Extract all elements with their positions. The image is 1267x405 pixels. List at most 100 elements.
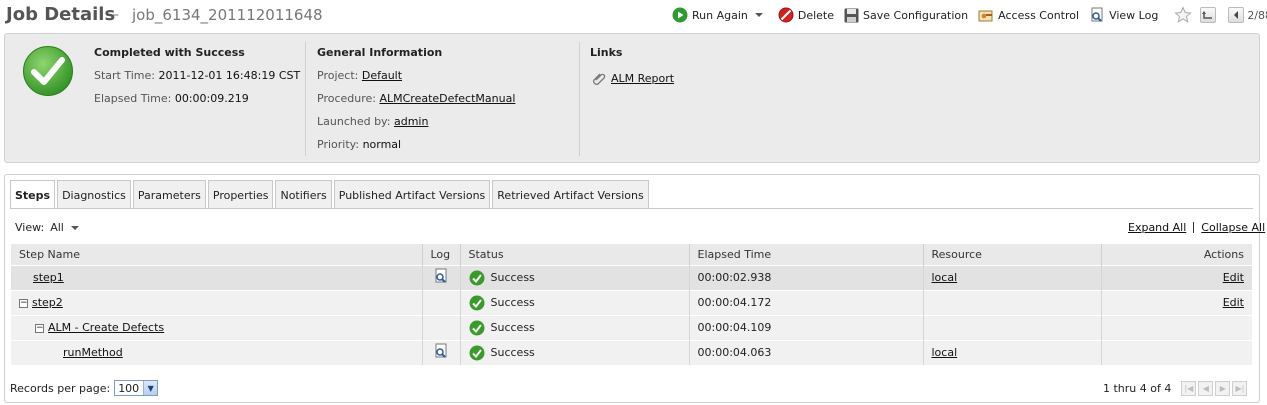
- status-text: Success: [490, 296, 535, 309]
- resource-cell: [923, 289, 1102, 315]
- project-link[interactable]: Default: [362, 69, 402, 82]
- records-per-page-select[interactable]: 100 ▼: [114, 380, 159, 396]
- procedure-link[interactable]: ALMCreateDefectManual: [379, 92, 515, 105]
- tab-published-artifact-versions[interactable]: Published Artifact Versions: [333, 180, 491, 209]
- collapse-toggle-icon[interactable]: −: [35, 323, 44, 333]
- column-header-step-name[interactable]: Step Name: [11, 244, 423, 265]
- job-status-heading: Completed with Success: [94, 46, 245, 59]
- procedure-label: Procedure:: [317, 92, 376, 105]
- favorite-star-icon[interactable]: [1174, 6, 1193, 24]
- elapsed-time-cell: 00:00:04.109: [689, 314, 924, 340]
- delete-button[interactable]: Delete: [778, 7, 834, 23]
- undo-arrow-icon: [1202, 11, 1213, 19]
- tab-bar: Steps Diagnostics Parameters Properties …: [10, 180, 651, 209]
- tab-steps[interactable]: Steps: [10, 180, 56, 209]
- pagination-range: 1 thru 4 of 4: [1103, 382, 1172, 395]
- collapse-toggle-icon[interactable]: −: [19, 298, 28, 308]
- job-position: 2/88: [1247, 8, 1267, 22]
- resource-link[interactable]: local: [932, 271, 958, 284]
- steps-table: Step Name Log Status Elapsed Time Resour…: [11, 244, 1252, 365]
- chevron-down-icon: ▼: [143, 381, 158, 395]
- view-log-icon[interactable]: [433, 268, 449, 284]
- column-header-log[interactable]: Log: [422, 244, 461, 265]
- next-page-icon[interactable]: ▶: [1215, 381, 1231, 396]
- first-page-icon[interactable]: |◀: [1181, 381, 1197, 396]
- elapsed-time-label: Elapsed Time:: [94, 92, 172, 105]
- resource-link[interactable]: local: [932, 346, 958, 359]
- job-name: job_6134_201112011648: [132, 6, 323, 24]
- status-text: Success: [490, 346, 535, 360]
- status-text: Success: [490, 321, 535, 334]
- step-name-link[interactable]: step1: [33, 271, 64, 284]
- project-label: Project:: [317, 69, 359, 82]
- elapsed-time-cell: 00:00:04.172: [689, 289, 924, 315]
- table-row[interactable]: step1 Success 00:00:02.938 local Edit: [11, 264, 1252, 290]
- edit-step-link[interactable]: Edit: [1223, 296, 1244, 309]
- launched-by-label: Launched by:: [317, 115, 391, 128]
- alm-report-link-item[interactable]: ALM Report: [592, 71, 674, 85]
- success-check-icon: [469, 345, 484, 361]
- save-configuration-label: Save Configuration: [863, 8, 969, 22]
- priority-label: Priority:: [317, 138, 360, 151]
- chevron-down-icon[interactable]: [754, 11, 764, 19]
- view-log-icon: [1091, 7, 1103, 22]
- expand-all-link[interactable]: Expand All: [1128, 221, 1186, 234]
- tab-properties[interactable]: Properties: [207, 180, 274, 209]
- last-page-icon[interactable]: ▶|: [1232, 381, 1248, 396]
- status-text: Success: [490, 271, 535, 284]
- tab-retrieved-artifact-versions[interactable]: Retrieved Artifact Versions: [492, 180, 649, 209]
- chevron-left-icon: [1234, 11, 1239, 19]
- save-configuration-button[interactable]: Save Configuration: [844, 8, 968, 23]
- toolbar: Run Again Delete Save Configuration Acce…: [672, 4, 1267, 26]
- view-log-button[interactable]: View Log: [1089, 7, 1158, 23]
- access-control-icon: [978, 10, 993, 22]
- collapse-all-link[interactable]: Collapse All: [1201, 221, 1265, 234]
- table-header-row: Step Name Log Status Elapsed Time Resour…: [11, 244, 1252, 265]
- view-log-icon[interactable]: [433, 343, 449, 359]
- previous-page-icon[interactable]: ◀: [1198, 381, 1214, 396]
- access-control-label: Access Control: [998, 8, 1080, 22]
- success-check-icon: [469, 295, 484, 310]
- access-control-button[interactable]: Access Control: [978, 7, 1079, 23]
- start-time-label: Start Time:: [94, 69, 155, 82]
- alm-report-link[interactable]: ALM Report: [611, 72, 674, 85]
- view-value: All: [50, 221, 64, 234]
- elapsed-time-cell: 00:00:04.063: [689, 339, 924, 365]
- resource-cell: [923, 314, 1102, 340]
- tab-parameters[interactable]: Parameters: [132, 180, 206, 209]
- view-filter[interactable]: View: All: [15, 221, 80, 234]
- records-per-page-value: 100: [118, 381, 140, 395]
- floppy-disk-icon: [844, 8, 859, 22]
- elapsed-time-cell: 00:00:02.938: [689, 264, 924, 290]
- delete-label: Delete: [797, 8, 835, 22]
- play-icon: [672, 7, 688, 23]
- view-log-label: View Log: [1109, 8, 1159, 22]
- paperclip-icon: [593, 73, 606, 85]
- step-name-link[interactable]: ALM - Create Defects: [48, 321, 164, 334]
- table-row[interactable]: − step2 Success 00:00:04.172 Edit: [11, 289, 1252, 315]
- column-header-elapsed-time[interactable]: Elapsed Time: [689, 244, 924, 265]
- table-row[interactable]: runMethod Success 00:00:04.063 local: [11, 339, 1252, 365]
- run-again-label: Run Again: [692, 8, 748, 22]
- start-time-value: 2011-12-01 16:48:19 CST: [158, 69, 301, 82]
- previous-job-button[interactable]: [1228, 7, 1245, 23]
- delete-icon: [778, 7, 794, 23]
- launched-by-link[interactable]: admin: [394, 115, 428, 128]
- run-again-button[interactable]: Run Again: [672, 7, 768, 23]
- step-name-link[interactable]: runMethod: [63, 346, 123, 359]
- tab-notifiers[interactable]: Notifiers: [275, 180, 332, 209]
- actions-cell: [1101, 314, 1252, 340]
- return-button[interactable]: [1200, 7, 1217, 23]
- page-title: Job Details: [6, 4, 116, 25]
- column-header-resource[interactable]: Resource: [923, 244, 1102, 265]
- priority-value: normal: [362, 138, 402, 151]
- links-heading: Links: [590, 46, 623, 59]
- divider: [579, 42, 580, 156]
- step-name-link[interactable]: step2: [32, 296, 63, 309]
- tab-diagnostics[interactable]: Diagnostics: [57, 180, 131, 209]
- table-row[interactable]: − ALM - Create Defects Success 00:00:04.1…: [11, 314, 1252, 340]
- success-check-icon: [469, 320, 484, 335]
- success-check-icon: [469, 270, 484, 285]
- column-header-status[interactable]: Status: [460, 244, 690, 265]
- edit-step-link[interactable]: Edit: [1223, 271, 1244, 284]
